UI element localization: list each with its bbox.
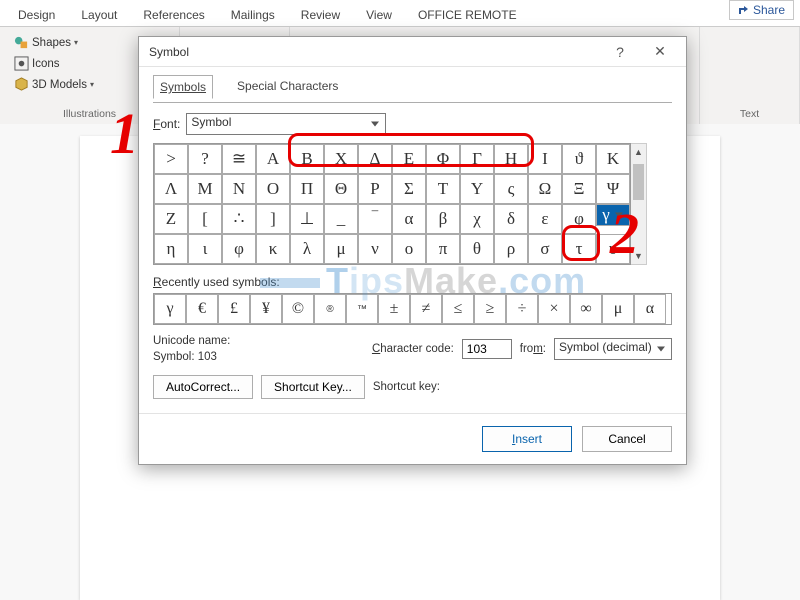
symbol-cell[interactable]: υ — [596, 234, 630, 264]
symbol-cell[interactable]: Β — [290, 144, 324, 174]
symbol-cell[interactable]: ⊥ — [290, 204, 324, 234]
cube-icon — [14, 77, 29, 92]
dialog-title: Symbol — [149, 45, 600, 59]
symbol-cell[interactable]: Χ — [324, 144, 358, 174]
symbol-cell[interactable]: Δ — [358, 144, 392, 174]
symbol-cell[interactable]: Ζ — [154, 204, 188, 234]
ribbon-tab[interactable]: View — [360, 4, 398, 26]
font-label: Font: — [153, 117, 180, 131]
from-select[interactable]: Symbol (decimal) — [554, 338, 672, 360]
symbol-cell[interactable]: φ — [562, 204, 596, 234]
ribbon-tab[interactable]: Review — [295, 4, 346, 26]
scroll-thumb[interactable] — [633, 164, 644, 200]
symbol-cell[interactable]: ς — [494, 174, 528, 204]
symbol-cell[interactable]: ? — [188, 144, 222, 174]
font-select[interactable]: Symbol — [186, 113, 386, 135]
cancel-button[interactable]: Cancel — [582, 426, 672, 452]
autocorrect-button[interactable]: AutoCorrect... — [153, 375, 253, 399]
unicode-name-label: Unicode name: — [153, 335, 364, 347]
recent-symbol-cell[interactable]: £ — [218, 294, 250, 324]
ribbon-tabs: Design Layout References Mailings Review… — [0, 0, 800, 27]
symbol-cell[interactable]: δ — [494, 204, 528, 234]
share-button[interactable]: Share — [729, 0, 794, 20]
symbol-cell[interactable]: Σ — [392, 174, 426, 204]
close-icon: ✕ — [654, 43, 666, 60]
symbol-cell[interactable]: Ξ — [562, 174, 596, 204]
symbol-cell[interactable]: Η — [494, 144, 528, 174]
ribbon-tab[interactable]: Design — [12, 4, 61, 26]
ribbon-tab[interactable]: Layout — [75, 4, 123, 26]
symbol-cell[interactable]: Ω — [528, 174, 562, 204]
unicode-name-value: Symbol: 103 — [153, 351, 364, 363]
char-code-input[interactable] — [462, 339, 512, 359]
symbol-cell[interactable]: φ — [222, 234, 256, 264]
symbol-cell[interactable]: Ο — [256, 174, 290, 204]
recent-symbol-cell[interactable]: μ — [602, 294, 634, 324]
ribbon-tab[interactable]: Mailings — [225, 4, 281, 26]
watermark: TipsMake.com — [260, 260, 586, 302]
symbol-cell[interactable]: Ν — [222, 174, 256, 204]
tab-special-characters[interactable]: Special Characters — [231, 75, 344, 99]
symbol-grid: >?≅ΑΒΧΔΕΦΓΗΙϑΚ ΛΜΝΟΠΘΡΣΤΥςΩΞΨ Ζ[∴]⊥_‾αβχδε… — [153, 143, 631, 265]
group-text-label: Text — [710, 108, 789, 120]
symbol-cell[interactable]: Μ — [188, 174, 222, 204]
ribbon-tab[interactable]: References — [137, 4, 210, 26]
symbol-cell[interactable]: > — [154, 144, 188, 174]
symbol-cell[interactable]: Ρ — [358, 174, 392, 204]
grid-scrollbar[interactable]: ▲ ▼ — [631, 143, 647, 265]
symbol-cell[interactable]: ‾ — [358, 204, 392, 234]
symbol-cell[interactable]: Θ — [324, 174, 358, 204]
shortcut-key-button[interactable]: Shortcut Key... — [261, 375, 365, 399]
char-code-label: Character code: — [372, 343, 454, 355]
symbol-cell[interactable]: Κ — [596, 144, 630, 174]
symbol-cell[interactable]: [ — [188, 204, 222, 234]
recent-symbol-cell[interactable]: γ — [154, 294, 186, 324]
symbol-cell[interactable]: _ — [324, 204, 358, 234]
scroll-down-icon[interactable]: ▼ — [631, 248, 646, 264]
help-button[interactable]: ? — [600, 37, 640, 67]
scroll-up-icon[interactable]: ▲ — [631, 144, 646, 160]
symbol-cell[interactable]: Ε — [392, 144, 426, 174]
symbol-cell[interactable]: γ — [596, 204, 630, 226]
symbol-cell[interactable]: η — [154, 234, 188, 264]
symbol-cell[interactable]: ι — [188, 234, 222, 264]
symbol-cell[interactable]: Α — [256, 144, 290, 174]
symbol-cell[interactable]: β — [426, 204, 460, 234]
symbol-cell[interactable]: Φ — [426, 144, 460, 174]
symbol-cell[interactable]: Γ — [460, 144, 494, 174]
symbol-cell[interactable]: ϑ — [562, 144, 596, 174]
symbol-cell[interactable]: χ — [460, 204, 494, 234]
icons-icon — [14, 56, 29, 71]
symbol-dialog: Symbol ? ✕ Symbols Special Characters Fo… — [138, 36, 687, 465]
symbol-cell[interactable]: Ψ — [596, 174, 630, 204]
symbol-cell[interactable]: ∴ — [222, 204, 256, 234]
symbol-cell[interactable]: ≅ — [222, 144, 256, 174]
symbol-cell[interactable]: Υ — [460, 174, 494, 204]
from-label: from: — [520, 343, 546, 355]
symbol-cell[interactable]: Τ — [426, 174, 460, 204]
ribbon-tab[interactable]: OFFICE REMOTE — [412, 4, 523, 26]
shortcut-key-label: Shortcut key: — [373, 381, 440, 393]
tab-symbols[interactable]: Symbols — [153, 75, 213, 99]
symbol-cell[interactable]: α — [392, 204, 426, 234]
symbol-cell[interactable]: ε — [528, 204, 562, 234]
symbol-cell[interactable]: Ι — [528, 144, 562, 174]
dialog-tabs: Symbols Special Characters — [153, 71, 672, 103]
symbol-cell[interactable]: Π — [290, 174, 324, 204]
recent-symbol-cell[interactable]: € — [186, 294, 218, 324]
dialog-titlebar: Symbol ? ✕ — [139, 37, 686, 67]
shapes-icon — [14, 35, 29, 50]
recent-symbol-cell[interactable]: α — [634, 294, 666, 324]
symbol-cell[interactable]: Λ — [154, 174, 188, 204]
close-button[interactable]: ✕ — [640, 37, 680, 67]
symbol-cell[interactable]: ] — [256, 204, 290, 234]
insert-button[interactable]: Insert — [482, 426, 572, 452]
